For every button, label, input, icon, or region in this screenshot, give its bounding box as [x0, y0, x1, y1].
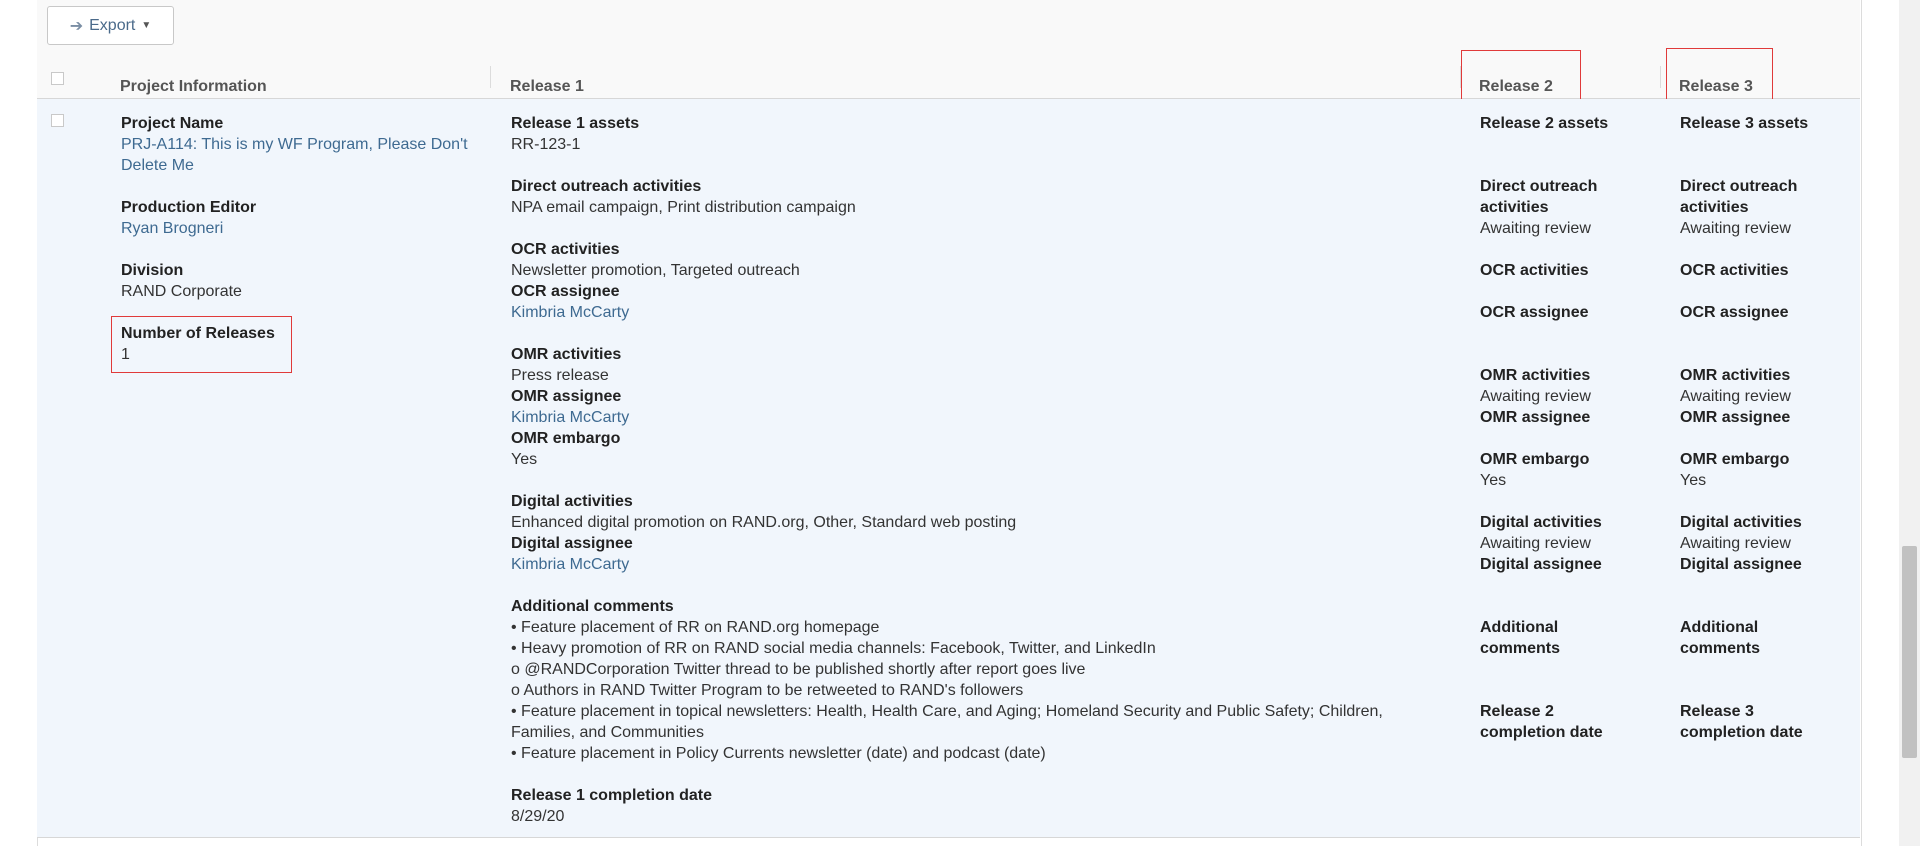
select-all-checkbox[interactable]: [51, 72, 64, 85]
caret-down-icon: ▼: [141, 20, 152, 31]
header-release-1[interactable]: Release 1: [510, 78, 584, 96]
release-3-omr-assignee-label: OMR assignee: [1680, 409, 1791, 426]
release-2-additional-comments-label-continued: comments: [1480, 640, 1561, 657]
release-1-digital-activities-value: Enhanced digital promotion on RAND.org, …: [511, 514, 1017, 531]
row-checkbox[interactable]: [51, 114, 64, 127]
release-3-additional-comments-label-continued: comments: [1680, 640, 1761, 657]
project-name-label: Project Name: [121, 115, 224, 132]
release-3-ocr-activities-label: OCR activities: [1680, 262, 1789, 279]
release-2-omr-embargo-label: OMR embargo: [1480, 451, 1590, 468]
arrow-right-icon: ➔: [69, 17, 84, 35]
release-2-direct-outreach-label: Direct outreach: [1480, 178, 1598, 195]
release-2-additional-comments-label: Additional: [1480, 619, 1559, 636]
release-1-comment-line: Families, and Communities: [511, 724, 704, 741]
release-2-omr-activities-value: Awaiting review: [1480, 388, 1591, 405]
release-1-omr-embargo-label: OMR embargo: [511, 430, 621, 447]
release-2-ocr-assignee-label: OCR assignee: [1480, 304, 1589, 321]
release-1-digital-assignee-link[interactable]: Kimbria McCarty: [511, 554, 629, 575]
release-1-ocr-activities-label: OCR activities: [511, 241, 620, 258]
header-project-information[interactable]: Project Information: [120, 78, 267, 96]
release-3-direct-outreach-label: Direct outreach: [1680, 178, 1798, 195]
release-1-direct-outreach-label: Direct outreach activities: [511, 178, 702, 195]
release-1-comment-line: • Feature placement of RR on RAND.org ho…: [511, 619, 880, 636]
release-2-assets-label: Release 2 assets: [1480, 115, 1609, 132]
release-1-omr-assignee-label: OMR assignee: [511, 388, 622, 405]
release-2-digital-assignee-label: Digital assignee: [1480, 556, 1602, 573]
column-separator: [1660, 66, 1661, 88]
vertical-scrollbar-thumb[interactable]: [1902, 546, 1917, 758]
release-1-comment-line: o @RANDCorporation Twitter thread to be …: [511, 661, 1086, 678]
release-1-ocr-assignee-link[interactable]: Kimbria McCarty: [511, 302, 629, 323]
export-button[interactable]: ➔ Export ▼: [47, 6, 174, 45]
release-1-digital-assignee-label: Digital assignee: [511, 535, 633, 552]
release-2-digital-activities-value: Awaiting review: [1480, 535, 1591, 552]
release-2-omr-activities-label: OMR activities: [1480, 367, 1591, 384]
release-2-digital-activities-label: Digital activities: [1480, 514, 1602, 531]
release-1-omr-assignee-link[interactable]: Kimbria McCarty: [511, 407, 629, 428]
release-1-assets-value: RR-123-1: [511, 136, 581, 153]
release-1-comment-line: • Feature placement in Policy Currents n…: [511, 745, 1046, 762]
release-3-ocr-assignee-label: OCR assignee: [1680, 304, 1789, 321]
release-2-completion-date-label-continued: completion date: [1480, 724, 1603, 741]
release-2-direct-outreach-label-continued: activities: [1480, 199, 1549, 216]
release-1-comment-line: • Heavy promotion of RR on RAND social m…: [511, 640, 1156, 657]
release-1-omr-embargo-value: Yes: [511, 451, 538, 468]
release-1-direct-outreach-value: NPA email campaign, Print distribution c…: [511, 199, 856, 216]
release-1-comment-line: • Feature placement in topical newslette…: [511, 703, 1383, 720]
production-editor-link[interactable]: Ryan Brogneri: [121, 218, 223, 239]
release-3-direct-outreach-label-continued: activities: [1680, 199, 1749, 216]
release-3-omr-activities-label: OMR activities: [1680, 367, 1791, 384]
release-2-completion-date-label: Release 2: [1480, 703, 1554, 720]
release-2-ocr-activities-label: OCR activities: [1480, 262, 1589, 279]
release-2-direct-outreach-value: Awaiting review: [1480, 220, 1591, 237]
release-3-digital-activities-value: Awaiting review: [1680, 535, 1791, 552]
export-label: Export: [89, 16, 136, 34]
release-1-comment-line: o Authors in RAND Twitter Program to be …: [511, 682, 1024, 699]
release-3-additional-comments-label: Additional: [1680, 619, 1759, 636]
release-3-omr-embargo-value: Yes: [1680, 472, 1707, 489]
division-label: Division: [121, 262, 184, 279]
highlight-box-release-3: [1666, 48, 1773, 101]
release-1-completion-date-value: 8/29/20: [511, 808, 565, 825]
release-1-ocr-assignee-label: OCR assignee: [511, 283, 620, 300]
release-3-digital-activities-label: Digital activities: [1680, 514, 1802, 531]
release-1-additional-comments-label: Additional comments: [511, 598, 674, 615]
release-3-direct-outreach-value: Awaiting review: [1680, 220, 1791, 237]
toolbar: [37, 0, 1860, 56]
project-name-link[interactable]: PRJ-A114: This is my WF Program, Please …: [121, 134, 468, 155]
highlight-box-number-of-releases: [111, 316, 292, 373]
release-1-assets-label: Release 1 assets: [511, 115, 640, 132]
release-3-omr-embargo-label: OMR embargo: [1680, 451, 1790, 468]
release-2-omr-assignee-label: OMR assignee: [1480, 409, 1591, 426]
project-name-link-continued[interactable]: Delete Me: [121, 155, 194, 176]
release-1-omr-activities-label: OMR activities: [511, 346, 622, 363]
release-3-digital-assignee-label: Digital assignee: [1680, 556, 1802, 573]
release-3-completion-date-label: Release 3: [1680, 703, 1754, 720]
release-2-omr-embargo-value: Yes: [1480, 472, 1507, 489]
release-1-completion-date-label: Release 1 completion date: [511, 787, 712, 804]
release-3-assets-label: Release 3 assets: [1680, 115, 1809, 132]
release-3-completion-date-label-continued: completion date: [1680, 724, 1803, 741]
release-3-omr-activities-value: Awaiting review: [1680, 388, 1791, 405]
column-separator: [490, 66, 491, 88]
release-1-digital-activities-label: Digital activities: [511, 493, 633, 510]
production-editor-label: Production Editor: [121, 199, 257, 216]
division-value: RAND Corporate: [121, 283, 242, 300]
release-1-omr-activities-value: Press release: [511, 367, 609, 384]
highlight-box-release-2: [1461, 50, 1581, 101]
table-header: [37, 55, 1860, 99]
release-1-ocr-activities-value: Newsletter promotion, Targeted outreach: [511, 262, 800, 279]
